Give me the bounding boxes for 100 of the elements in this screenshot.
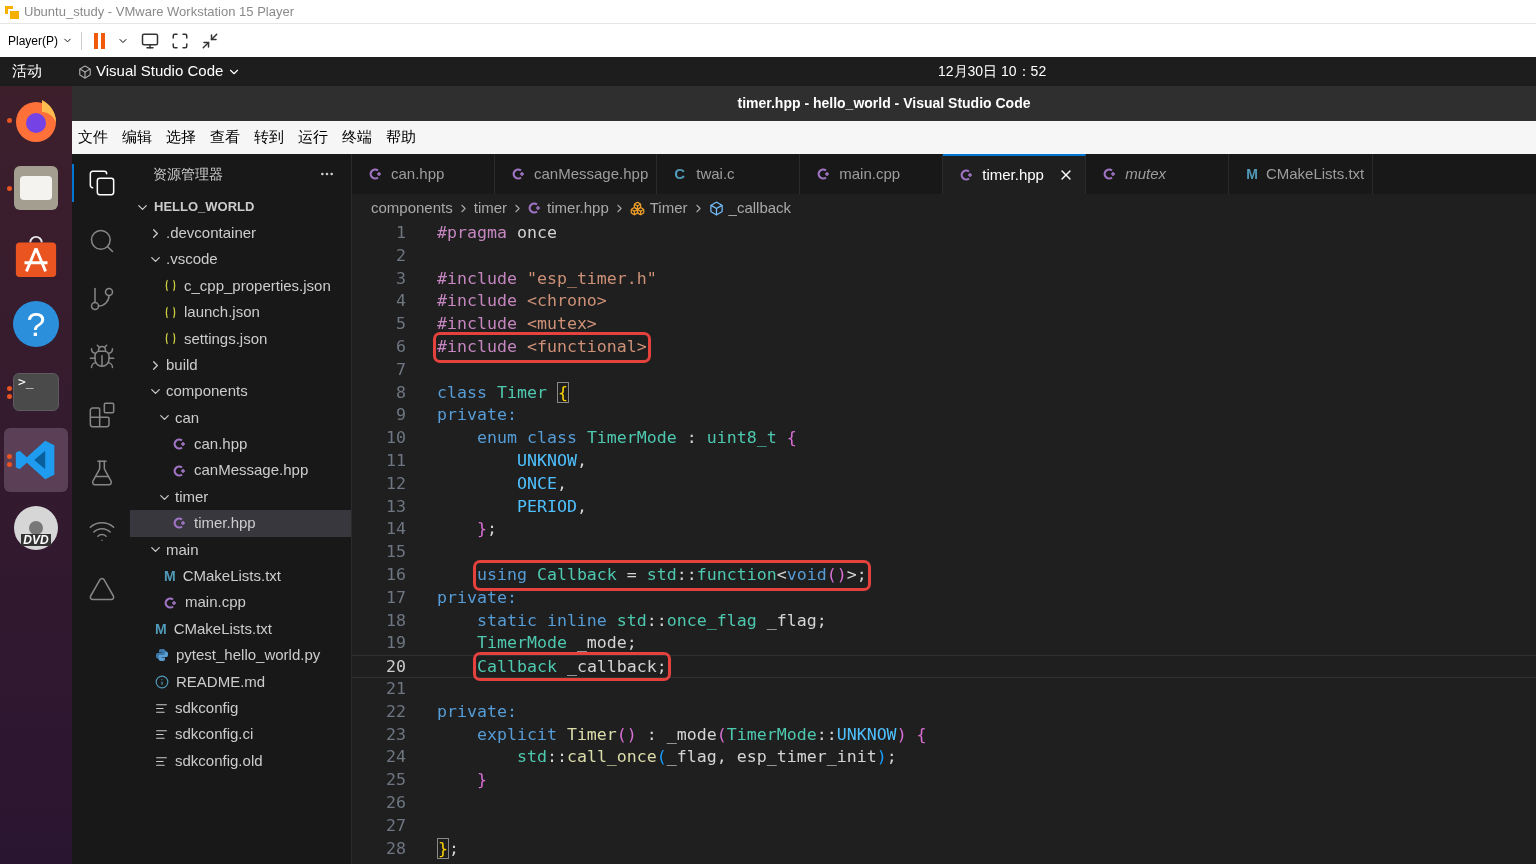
editor-tab[interactable]: C twai.c xyxy=(657,154,801,194)
bag-icon[interactable] xyxy=(13,233,59,279)
tab-label: timer.hpp xyxy=(982,164,1044,185)
app-logo-icon xyxy=(4,3,20,20)
tree-file[interactable]: timer.hpp xyxy=(130,510,351,537)
tree-folder[interactable]: can xyxy=(130,404,351,432)
tree-file[interactable]: pytest_hello_world.py xyxy=(130,642,351,669)
menu-item[interactable]: 查看 xyxy=(210,126,240,149)
code-line: TimerMode _mode; xyxy=(476,632,637,655)
cpp-file-icon xyxy=(1103,167,1118,181)
line-number: 14 xyxy=(385,518,406,541)
class-icon xyxy=(629,200,645,216)
tree-file[interactable]: main.cpp xyxy=(130,589,351,616)
line-number: 5 xyxy=(395,313,406,336)
tree-file[interactable]: README.md xyxy=(130,668,351,696)
cpp-file-icon xyxy=(173,463,187,478)
code-line: private: xyxy=(437,404,517,427)
tree-file[interactable]: canMessage.hpp xyxy=(130,457,351,484)
dock-item[interactable]: DVD xyxy=(4,496,68,560)
editor-tab[interactable]: M CMakeLists.txt xyxy=(1229,154,1374,194)
editor-tab[interactable]: canMessage.hpp xyxy=(495,154,658,194)
code-line: PERIOD, xyxy=(516,495,587,518)
tab-label: CMakeLists.txt xyxy=(1265,163,1365,184)
breadcrumb-item[interactable]: timer xyxy=(473,196,508,220)
code-line: UNKNOW, xyxy=(516,449,587,472)
tree-folder[interactable]: main xyxy=(130,536,351,564)
tree-file[interactable]: sdkconfig xyxy=(130,695,351,722)
python-icon xyxy=(155,648,169,663)
line-number: 22 xyxy=(385,700,406,723)
tree-root[interactable]: HELLO_WORLD xyxy=(130,194,351,220)
line-number: 17 xyxy=(385,586,406,609)
cpp-file-icon xyxy=(960,168,975,182)
pause-icon[interactable] xyxy=(94,32,105,49)
breadcrumb-item[interactable]: _callback xyxy=(708,196,792,220)
breadcrumb-item[interactable]: timer.hpp xyxy=(528,196,609,220)
code-line: private: xyxy=(437,700,517,723)
menu-item[interactable]: 转到 xyxy=(254,126,284,149)
player-menu[interactable]: Player(P) xyxy=(8,31,82,50)
editor-tab[interactable]: can.hpp xyxy=(352,154,495,194)
menu-item[interactable]: 文件 xyxy=(78,126,108,149)
breadcrumb-item[interactable]: Timer xyxy=(629,196,688,220)
tab-label: mutex xyxy=(1125,163,1167,184)
tab-label: canMessage.hpp xyxy=(534,163,649,184)
cube-icon xyxy=(708,200,724,216)
tree-folder[interactable]: .vscode xyxy=(130,246,351,273)
sidebar-title: 资源管理器 xyxy=(153,164,223,184)
line-number: 19 xyxy=(385,632,406,655)
monitor-icon[interactable] xyxy=(141,31,159,50)
line-number: 3 xyxy=(395,267,406,290)
menu-item[interactable]: 帮助 xyxy=(386,126,416,149)
clock[interactable]: 12月30日 10：52 xyxy=(938,61,1047,82)
m-file-icon: M xyxy=(155,622,167,637)
tree-file[interactable]: can.hpp xyxy=(130,431,351,458)
tree-folder[interactable]: timer xyxy=(130,483,351,511)
code-line: enum class TimerMode : uint8_t { xyxy=(476,427,797,450)
app-menu[interactable]: Visual Studio Code xyxy=(78,60,242,83)
m-file-icon: M xyxy=(164,569,176,584)
activities-button[interactable]: 活动 xyxy=(0,60,78,83)
m-file-icon: M xyxy=(1246,167,1258,181)
line-number: 18 xyxy=(385,609,406,632)
files-icon xyxy=(88,169,116,197)
braces-icon xyxy=(164,332,177,346)
line-number: 20 xyxy=(385,656,406,677)
tree-file[interactable]: settings.json xyxy=(130,325,351,352)
braces-icon xyxy=(164,305,177,319)
menu-item[interactable]: 编辑 xyxy=(122,126,152,149)
line-number: 23 xyxy=(385,723,406,746)
line-number: 15 xyxy=(385,541,406,564)
menu-item[interactable]: 选择 xyxy=(166,126,196,149)
line-number: 26 xyxy=(385,791,406,814)
tree-folder[interactable]: build xyxy=(130,351,351,379)
terminal-icon[interactable]: >_ xyxy=(13,373,59,411)
tree-file[interactable]: launch.json xyxy=(130,299,351,326)
tree-file[interactable]: sdkconfig.old xyxy=(130,747,351,775)
tree-file[interactable]: M CMakeLists.txt xyxy=(130,615,351,643)
editor-tab[interactable]: mutex xyxy=(1086,154,1230,194)
text-lines-icon xyxy=(155,701,168,715)
text-lines-icon xyxy=(155,728,168,742)
tree-file[interactable]: sdkconfig.ci xyxy=(130,721,351,748)
files-icon[interactable] xyxy=(14,166,58,210)
tree-file[interactable]: c_cpp_properties.json xyxy=(130,272,351,300)
code-line: std::call_once(_flag, esp_timer_init); xyxy=(516,746,897,769)
tree-folder[interactable]: components xyxy=(130,378,351,405)
breadcrumb-item[interactable]: components xyxy=(371,196,453,220)
line-number: 10 xyxy=(385,427,406,450)
tree-file[interactable]: M CMakeLists.txt xyxy=(130,563,351,590)
cpp-file-icon xyxy=(173,516,187,531)
braces-icon xyxy=(164,279,177,293)
tree-folder[interactable]: .devcontainer xyxy=(130,220,351,247)
menu-item[interactable]: 终端 xyxy=(342,126,372,149)
editor-tab[interactable]: timer.hpp xyxy=(943,154,1087,194)
code-line: explicit Timer() : _mode(TimerMode::UNKNOW) { xyxy=(476,723,927,746)
fullscreen-icon[interactable] xyxy=(171,31,189,50)
menu-item[interactable]: 运行 xyxy=(298,126,328,149)
code-line: #include "esp_timer.h" xyxy=(437,267,657,290)
line-number: 2 xyxy=(395,244,406,267)
info-icon xyxy=(155,674,169,689)
dock-item[interactable]: >_ xyxy=(4,360,68,424)
tab-label: twai.c xyxy=(696,163,735,184)
tab-label: can.hpp xyxy=(391,163,445,184)
